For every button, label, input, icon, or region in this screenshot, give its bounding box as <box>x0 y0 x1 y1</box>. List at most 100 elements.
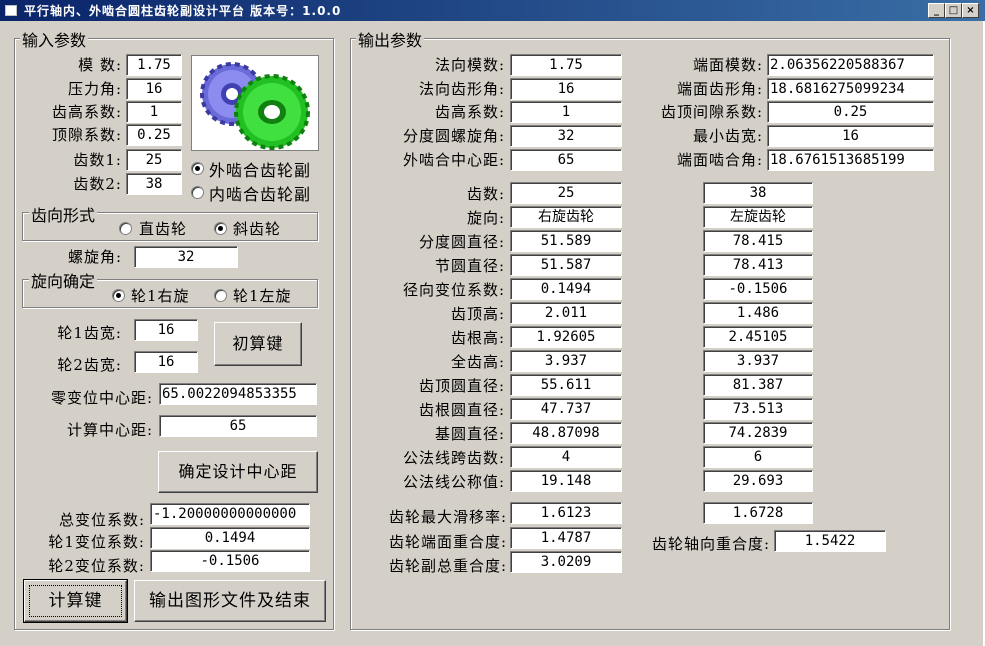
addendum-coef-label: 齿高系数: <box>51 103 122 121</box>
gear1-param-output[interactable]: 47.737 <box>510 398 622 420</box>
internal-mesh-radio[interactable] <box>191 186 204 199</box>
teeth2-label: 齿数2: <box>73 175 122 193</box>
gear2-param-output[interactable]: 3.937 <box>703 350 813 372</box>
gear1-right-hand-radio[interactable] <box>112 289 125 302</box>
gear-param-label: 公法线跨齿数: <box>402 449 505 467</box>
transverse-pressure-output[interactable]: 18.6816275099234 <box>767 78 934 100</box>
gear2-param-output[interactable]: 73.513 <box>703 398 813 420</box>
gear-param-label: 节圆直径: <box>434 257 505 275</box>
shift2-input[interactable]: -0.1506 <box>150 550 310 572</box>
external-mesh-label[interactable]: 外啮合齿轮副 <box>209 157 311 181</box>
gear2-param-output[interactable]: 1.486 <box>703 302 813 324</box>
helix-hand-legend: 旋向确定 <box>29 268 98 292</box>
gear1-param-output[interactable]: 25 <box>510 182 622 204</box>
addendum-coef-input[interactable]: 1 <box>126 101 182 123</box>
maximize-button[interactable]: □ <box>945 3 962 18</box>
spur-gear-label[interactable]: 直齿轮 <box>139 218 187 239</box>
gear1-left-hand-radio[interactable] <box>214 289 227 302</box>
external-center-label: 外啮合中心距: <box>402 151 505 169</box>
teeth2-input[interactable]: 38 <box>126 173 182 195</box>
gear2-param-output[interactable]: 38 <box>703 182 813 204</box>
max-slip1-output[interactable]: 1.6123 <box>510 502 622 524</box>
gear1-param-output[interactable]: 1.92605 <box>510 326 622 348</box>
input-group-legend: 输入参数 <box>20 27 89 51</box>
total-shift-input[interactable]: -1.20000000000000 <box>150 503 310 525</box>
gear2-param-output[interactable]: 78.415 <box>703 230 813 252</box>
shift1-label: 轮1变位系数: <box>48 533 145 551</box>
minimize-button[interactable]: _ <box>928 3 945 18</box>
gear2-param-output[interactable]: 29.693 <box>703 470 813 492</box>
gear1-right-hand-label[interactable]: 轮1右旋 <box>131 285 190 306</box>
face-width1-label: 轮1齿宽: <box>57 324 122 342</box>
gear1-param-output[interactable]: 3.937 <box>510 350 622 372</box>
normal-pressure-output[interactable]: 16 <box>510 78 622 100</box>
calculate-button[interactable]: 计算键 <box>23 579 128 623</box>
min-face-width-output[interactable]: 16 <box>767 125 934 147</box>
zero-shift-center-input[interactable]: 65.0022094853355 <box>159 383 317 405</box>
out-addendum-output[interactable]: 1 <box>510 101 622 123</box>
transverse-mesh-angle-label: 端面啮合角: <box>676 151 763 169</box>
helix-angle-label: 螺旋角: <box>67 248 122 266</box>
tip-clearance-label: 齿顶间隙系数: <box>660 103 763 121</box>
axial-contact-label: 齿轮轴向重合度: <box>651 535 770 553</box>
gear2-param-output[interactable]: -0.1506 <box>703 278 813 300</box>
window-title: 平行轴内、外啮合圆柱齿轮副设计平台 版本号：1.0.0 <box>24 4 342 18</box>
initial-calc-button[interactable]: 初算键 <box>214 322 302 366</box>
gear-param-label: 齿顶高: <box>450 305 505 323</box>
transverse-module-output[interactable]: 2.06356220588367 <box>767 54 934 76</box>
transverse-contact-output[interactable]: 1.4787 <box>510 527 622 549</box>
spur-gear-radio[interactable] <box>119 222 132 235</box>
axial-contact-output[interactable]: 1.5422 <box>774 530 886 552</box>
ref-helix-output[interactable]: 32 <box>510 125 622 147</box>
gear1-param-output[interactable]: 4 <box>510 446 622 468</box>
gear2-param-output[interactable]: 74.2839 <box>703 422 813 444</box>
total-contact-output[interactable]: 3.0209 <box>510 551 622 573</box>
close-button[interactable]: × <box>962 3 979 18</box>
transverse-mesh-angle-output[interactable]: 18.6761513685199 <box>767 149 934 171</box>
shift1-input[interactable]: 0.1494 <box>150 527 310 549</box>
focus-ring <box>29 585 122 617</box>
gear1-param-output[interactable]: 55.611 <box>510 374 622 396</box>
gear2-param-output[interactable]: 78.413 <box>703 254 813 276</box>
gear-param-label: 齿顶圆直径: <box>418 377 505 395</box>
normal-module-output[interactable]: 1.75 <box>510 54 622 76</box>
gear1-param-output[interactable]: 19.148 <box>510 470 622 492</box>
gear1-param-output[interactable]: 右旋齿轮 <box>510 206 622 228</box>
gear1-param-output[interactable]: 0.1494 <box>510 278 622 300</box>
helix-angle-input[interactable]: 32 <box>134 246 238 268</box>
face-width1-input[interactable]: 16 <box>134 319 198 341</box>
gear2-param-output[interactable]: 2.45105 <box>703 326 813 348</box>
gear-param-label: 径向变位系数: <box>402 281 505 299</box>
calc-center-input[interactable]: 65 <box>159 415 317 437</box>
module-input[interactable]: 1.75 <box>126 54 182 76</box>
gear1-param-output[interactable]: 51.589 <box>510 230 622 252</box>
gear1-left-hand-label[interactable]: 轮1左旋 <box>233 285 292 306</box>
clearance-coef-input[interactable]: 0.25 <box>126 124 182 146</box>
internal-mesh-label[interactable]: 内啮合齿轮副 <box>209 181 311 205</box>
export-finish-button[interactable]: 输出图形文件及结束 <box>134 580 326 622</box>
confirm-center-button[interactable]: 确定设计中心距 <box>158 451 318 493</box>
helical-gear-radio[interactable] <box>214 222 227 235</box>
gear1-param-output[interactable]: 48.87098 <box>510 422 622 444</box>
tip-clearance-output[interactable]: 0.25 <box>767 101 934 123</box>
gear1-param-output[interactable]: 2.011 <box>510 302 622 324</box>
transverse-pressure-label: 端面齿形角: <box>676 80 763 98</box>
face-width2-input[interactable]: 16 <box>134 351 198 373</box>
normal-pressure-label: 法向齿形角: <box>418 80 505 98</box>
title-bar: 平行轴内、外啮合圆柱齿轮副设计平台 版本号：1.0.0 _ □ × <box>0 0 985 21</box>
pressure-angle-input[interactable]: 16 <box>126 78 182 100</box>
external-center-output[interactable]: 65 <box>510 149 622 171</box>
gear1-param-output[interactable]: 51.587 <box>510 254 622 276</box>
helical-gear-label[interactable]: 斜齿轮 <box>233 218 281 239</box>
gear-param-label: 分度圆直径: <box>418 233 505 251</box>
gear2-param-output[interactable]: 6 <box>703 446 813 468</box>
max-slip2-output[interactable]: 1.6728 <box>703 502 813 524</box>
gear2-param-output[interactable]: 左旋齿轮 <box>703 206 813 228</box>
teeth1-input[interactable]: 25 <box>126 149 182 171</box>
app-icon[interactable] <box>5 5 17 16</box>
min-face-width-label: 最小齿宽: <box>692 127 763 145</box>
gear2-param-output[interactable]: 81.387 <box>703 374 813 396</box>
shift2-label: 轮2变位系数: <box>48 557 145 575</box>
max-slip-label: 齿轮最大滑移率: <box>388 508 507 526</box>
external-mesh-radio[interactable] <box>191 162 204 175</box>
